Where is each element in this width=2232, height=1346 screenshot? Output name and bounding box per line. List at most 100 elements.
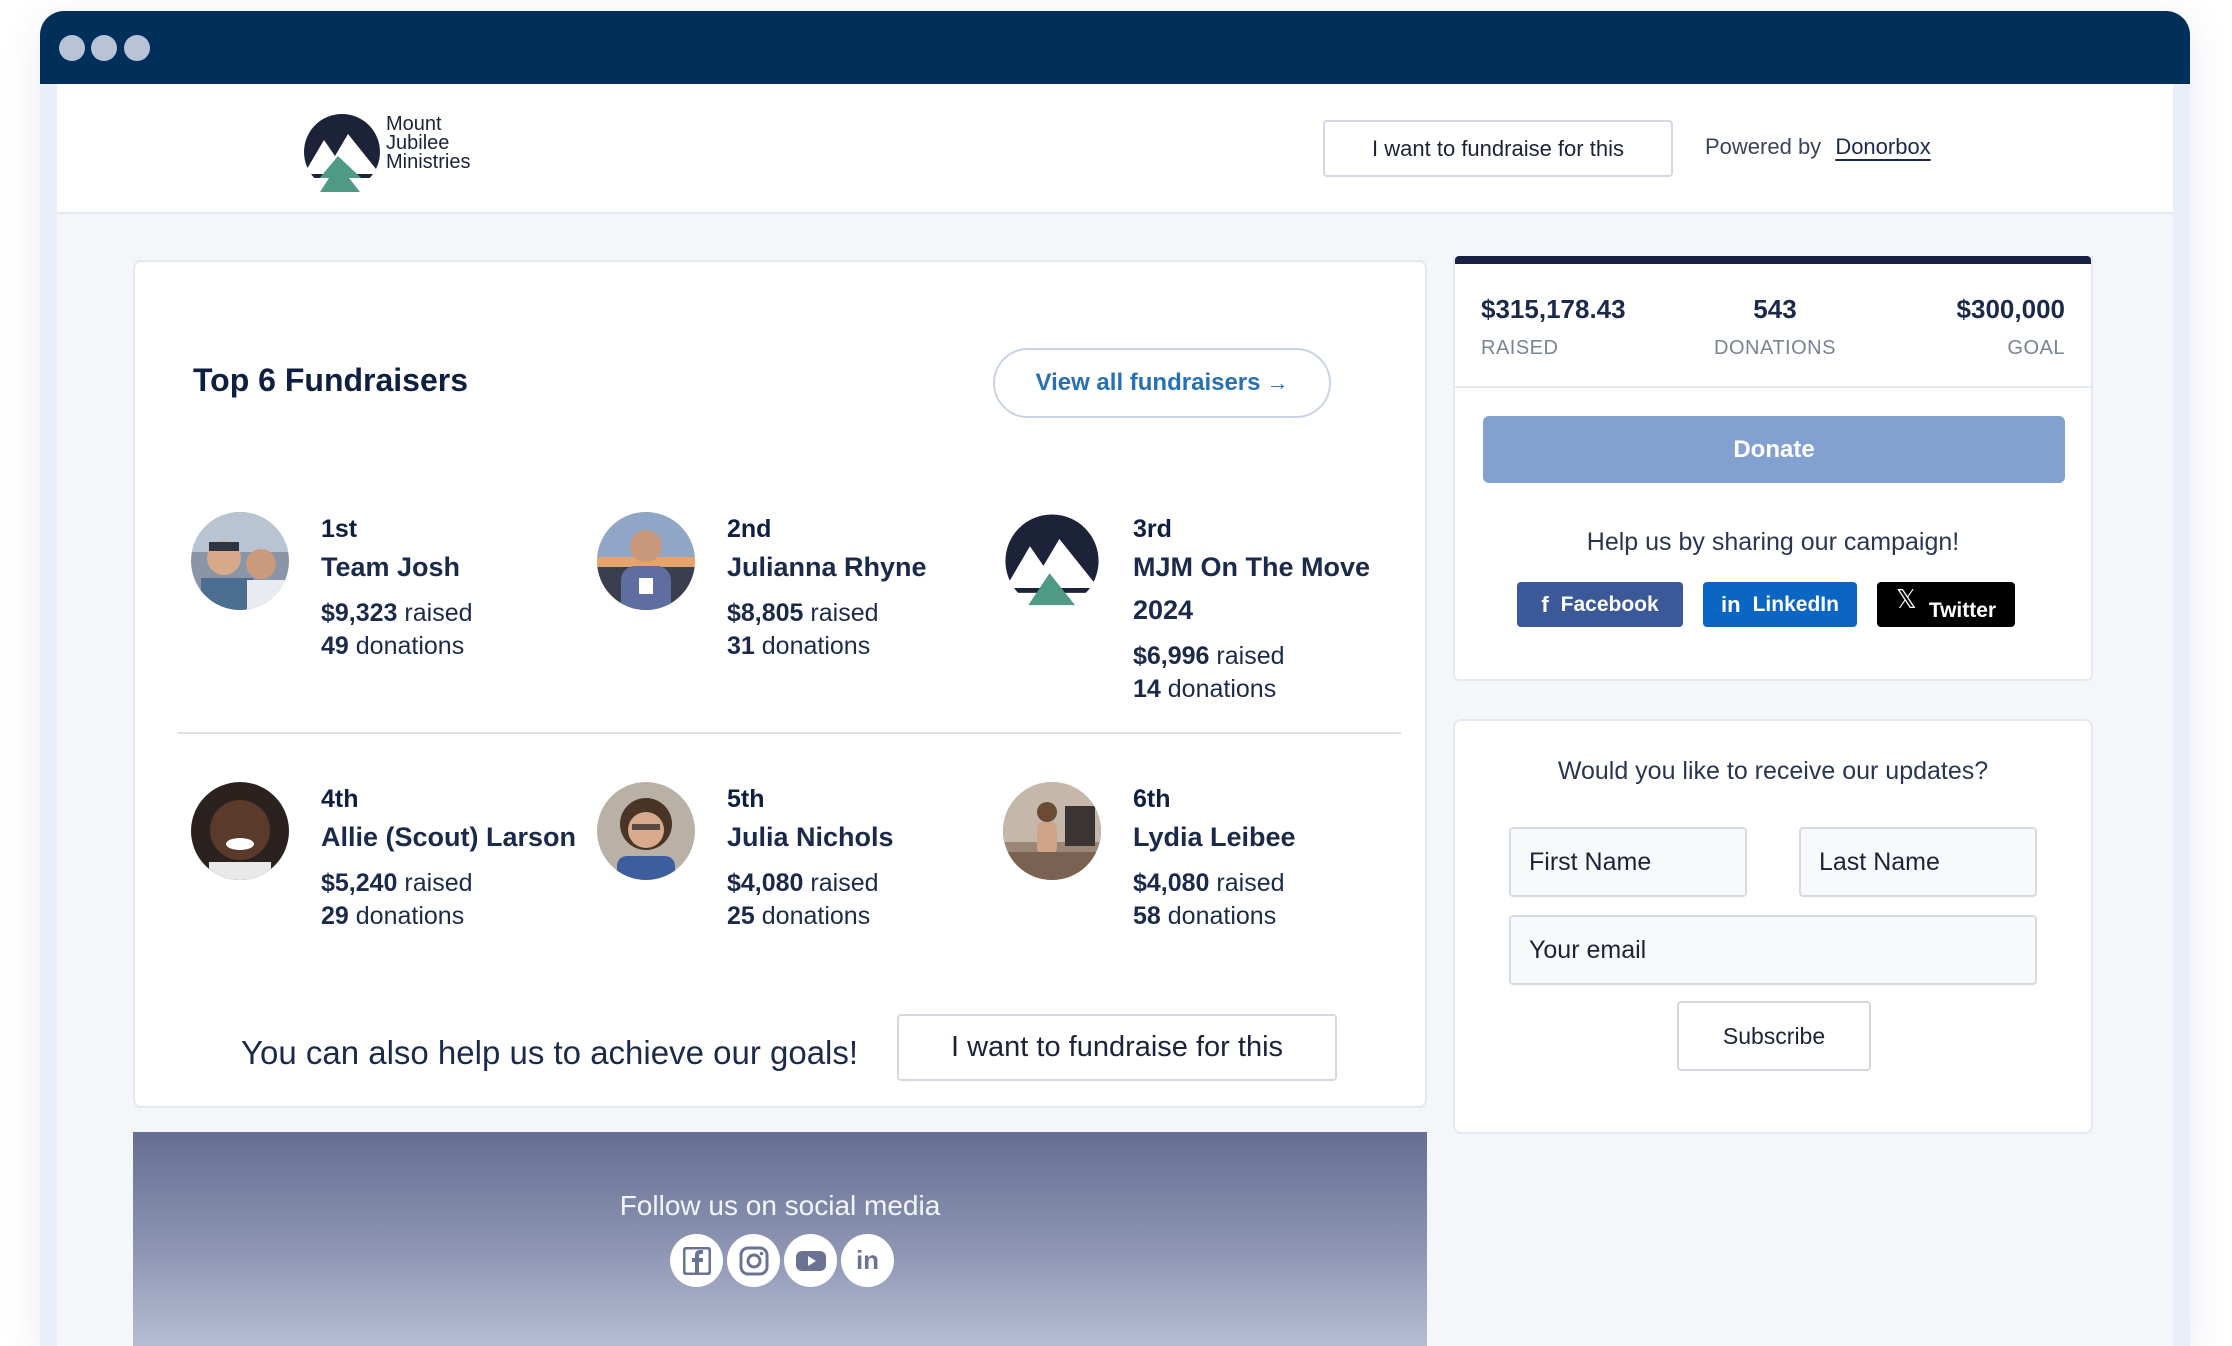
fundraiser-raised: $4,080 xyxy=(1133,869,1210,897)
avatar xyxy=(1003,512,1101,610)
browser-window: Mount Jubilee Ministries I want to fundr… xyxy=(40,11,2190,1346)
mountain-logo-icon xyxy=(302,114,382,192)
fundraiser-info: 1st Team Josh $9,323 raised 49 donations xyxy=(321,512,611,663)
donations-word: donations xyxy=(761,632,871,660)
social-icons: in xyxy=(670,1234,894,1287)
avatar xyxy=(1003,782,1101,880)
last-name-field[interactable]: Last Name xyxy=(1799,827,2037,897)
email-field[interactable]: Your email xyxy=(1509,915,2037,985)
window-minimize-dot[interactable] xyxy=(91,35,117,61)
avatar xyxy=(191,512,289,610)
fundraiser-rank: 2nd xyxy=(727,515,772,543)
fundraiser-name: Allie (Scout) Larson xyxy=(321,822,577,852)
fundraiser-rank: 3rd xyxy=(1133,515,1172,543)
raised-word: raised xyxy=(810,869,879,897)
fundraiser-raised: $8,805 xyxy=(727,599,804,627)
avatar xyxy=(597,512,695,610)
facebook-share-label: Facebook xyxy=(1560,592,1659,616)
donations-label: DONATIONS xyxy=(1714,337,1836,359)
campaign-stats-card: $315,178.43 RAISED 543 DONATIONS $300,00… xyxy=(1453,256,2093,681)
facebook-share-button[interactable]: f Facebook xyxy=(1517,582,1683,627)
fundraiser-info: 4th Allie (Scout) Larson $5,240 raised 2… xyxy=(321,782,611,933)
fundraiser-raised: $5,240 xyxy=(321,869,398,897)
powered-by: Powered by Donorbox xyxy=(1705,134,1931,160)
fundraiser-name: MJM On The Move 2024 xyxy=(1133,552,1371,625)
fundraiser-info: 5th Julia Nichols $4,080 raised 25 donat… xyxy=(727,782,1017,933)
raised-word: raised xyxy=(810,599,879,627)
fundraiser-name: Lydia Leibee xyxy=(1133,822,1296,852)
share-text: Help us by sharing our campaign! xyxy=(1586,528,1960,556)
raised-value: $315,178.43 xyxy=(1481,294,1626,324)
nav-fundraise-button[interactable]: I want to fundraise for this xyxy=(1323,120,1673,177)
fundraiser-rank: 4th xyxy=(321,785,359,813)
youtube-icon[interactable] xyxy=(784,1234,837,1287)
linkedin-share-label: LinkedIn xyxy=(1752,592,1839,616)
window-titlebar xyxy=(40,11,2190,84)
org-name-line-3: Ministries xyxy=(386,151,471,173)
subscribe-card: Would you like to receive our updates? F… xyxy=(1453,719,2093,1134)
org-logo[interactable]: Mount Jubilee Ministries xyxy=(302,112,522,192)
window-maximize-dot[interactable] xyxy=(124,35,150,61)
top-nav: Mount Jubilee Ministries I want to fundr… xyxy=(57,84,2173,214)
fundraiser-donations: 49 xyxy=(321,632,349,660)
fundraisers-title: Top 6 Fundraisers xyxy=(193,362,469,398)
view-all-fundraisers-button[interactable]: View all fundraisers → xyxy=(993,348,1331,418)
subscribe-button[interactable]: Subscribe xyxy=(1677,1001,1871,1071)
avatar xyxy=(597,782,695,880)
raised-word: raised xyxy=(1216,869,1285,897)
top-fundraisers-card: Top 6 Fundraisers View all fundraisers → xyxy=(133,260,1427,1108)
social-media-band: Follow us on social media in xyxy=(133,1132,1427,1346)
fundraiser-stats: $4,080 raised 58 donations xyxy=(1133,867,1423,933)
fundraiser-rank: 1st xyxy=(321,515,358,543)
goal-label: GOAL xyxy=(2007,337,2065,359)
fundraiser-stats: $9,323 raised 49 donations xyxy=(321,597,611,663)
facebook-icon[interactable] xyxy=(670,1234,723,1287)
progress-bar xyxy=(1455,256,2091,264)
campaign-page: Mount Jubilee Ministries I want to fundr… xyxy=(57,84,2173,1346)
fundraiser-raised: $4,080 xyxy=(727,869,804,897)
fundraiser-donations: 25 xyxy=(727,902,755,930)
fundraiser-stats: $8,805 raised 31 donations xyxy=(727,597,1017,663)
goals-text: You can also help us to achieve our goal… xyxy=(241,1034,859,1071)
instagram-icon[interactable] xyxy=(727,1234,780,1287)
fundraiser-name: Julia Nichols xyxy=(727,822,894,852)
stats-divider xyxy=(1455,386,2091,388)
donations-word: donations xyxy=(355,632,465,660)
fundraise-button[interactable]: I want to fundraise for this xyxy=(897,1014,1337,1081)
first-name-field[interactable]: First Name xyxy=(1509,827,1747,897)
fundraiser-rank: 6th xyxy=(1133,785,1171,813)
x-logo-icon: 𝕏 xyxy=(1895,584,1917,614)
twitter-share-label: Twitter xyxy=(1928,599,1997,622)
org-name: Mount Jubilee Ministries xyxy=(386,114,471,173)
raised-label: RAISED xyxy=(1481,337,1559,359)
fundraiser-stats: $4,080 raised 25 donations xyxy=(727,867,1017,933)
fundraiser-donations: 58 xyxy=(1133,902,1161,930)
linkedin-icon[interactable]: in xyxy=(841,1234,894,1287)
donations-value: 543 xyxy=(1753,294,1797,324)
donorbox-link[interactable]: Donorbox xyxy=(1835,134,1930,159)
fundraiser-stats: $6,996 raised 14 donations xyxy=(1133,640,1423,706)
follow-text: Follow us on social media xyxy=(619,1190,941,1221)
fundraiser-raised: $9,323 xyxy=(321,599,398,627)
fundraiser-info: 6th Lydia Leibee $4,080 raised 58 donati… xyxy=(1133,782,1423,933)
twitter-share-button[interactable]: 𝕏 Twitter xyxy=(1877,582,2015,627)
fundraiser-donations: 29 xyxy=(321,902,349,930)
donate-button[interactable]: Donate xyxy=(1483,416,2065,483)
linkedin-share-button[interactable]: in LinkedIn xyxy=(1703,582,1857,627)
goal-value: $300,000 xyxy=(1956,294,2065,324)
raised-word: raised xyxy=(404,599,473,627)
fundraiser-name: Team Josh xyxy=(321,552,461,582)
fundraiser-raised: $6,996 xyxy=(1133,642,1210,670)
fundraisers-divider xyxy=(177,732,1401,734)
raised-word: raised xyxy=(404,869,473,897)
fundraiser-donations: 14 xyxy=(1133,675,1161,703)
stat-goal: $300,000 GOAL xyxy=(1957,294,2065,360)
donations-word: donations xyxy=(1167,675,1277,703)
facebook-icon: f xyxy=(1541,591,1549,617)
linkedin-icon: in xyxy=(1721,591,1741,617)
arrow-right-icon: → xyxy=(1266,370,1289,395)
powered-by-label: Powered by xyxy=(1705,134,1822,159)
view-all-label: View all fundraisers xyxy=(1035,369,1261,396)
donations-word: donations xyxy=(355,902,465,930)
window-close-dot[interactable] xyxy=(59,35,85,61)
